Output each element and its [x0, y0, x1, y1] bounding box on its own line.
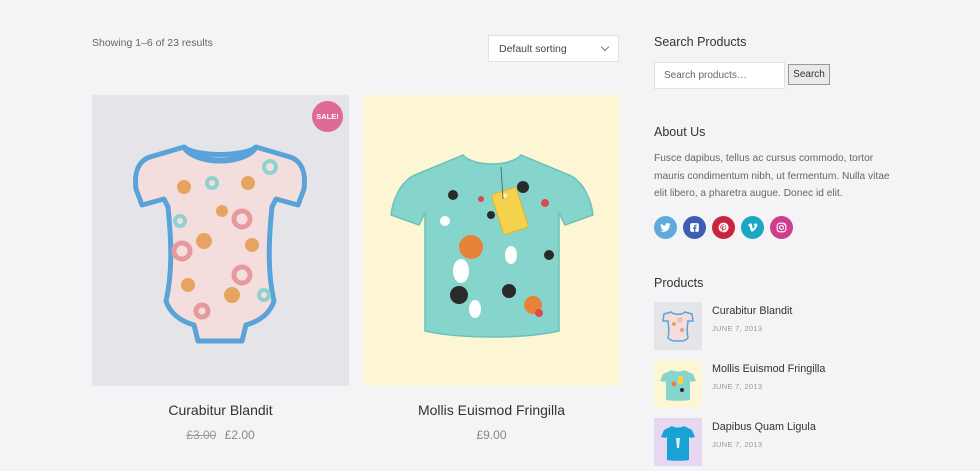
facebook-icon[interactable] [683, 216, 706, 239]
about-widget-title: About Us [654, 125, 706, 139]
product-thumbnail[interactable] [654, 418, 702, 466]
product-price: £3.00 £2.00 [92, 428, 349, 442]
kids-tshirt-image [390, 154, 594, 338]
product-thumbnail[interactable] [654, 302, 702, 350]
product-image[interactable]: SALE! [92, 95, 349, 386]
baby-bodysuit-image [133, 144, 307, 344]
search-widget-title: Search Products [654, 35, 747, 49]
product-price: £9.00 [363, 428, 620, 442]
twitter-icon[interactable] [654, 216, 677, 239]
product-old-price: £3.00 [186, 428, 217, 442]
product-date: JUNE 7, 2013 [712, 382, 763, 391]
pinterest-icon[interactable] [712, 216, 735, 239]
product-link[interactable]: Curabitur Blandit [712, 305, 792, 317]
sale-badge: SALE! [312, 101, 343, 132]
list-item: Curabitur Blandit JUNE 7, 2013 [654, 302, 894, 350]
product-date: JUNE 7, 2013 [712, 440, 763, 449]
product-link[interactable]: Mollis Euismod Fringilla [712, 363, 825, 375]
sorting-select[interactable]: Default sorting [488, 35, 619, 62]
product-image[interactable] [363, 95, 620, 386]
vimeo-icon[interactable] [741, 216, 764, 239]
search-products-input[interactable] [654, 62, 785, 89]
about-text: Fusce dapibus, tellus ac cursus commodo,… [654, 153, 890, 199]
product-title[interactable]: Curabitur Blandit [92, 402, 349, 418]
products-widget-title: Products [654, 276, 704, 290]
list-item: Mollis Euismod Fringilla JUNE 7, 2013 [654, 360, 894, 408]
product-regular-price: £9.00 [476, 428, 507, 442]
product-thumbnail[interactable] [654, 360, 702, 408]
product-card: Mollis Euismod Fringilla £9.00 [363, 95, 620, 442]
social-links [654, 216, 793, 239]
search-button[interactable]: Search [788, 64, 830, 85]
result-count: Showing 1–6 of 23 results [92, 37, 213, 49]
product-title[interactable]: Mollis Euismod Fringilla [363, 402, 620, 418]
sorting-select-value: Default sorting [499, 42, 567, 55]
list-item: Dapibus Quam Ligula JUNE 7, 2013 [654, 418, 894, 466]
product-date: JUNE 7, 2013 [712, 324, 763, 333]
chevron-down-icon [600, 42, 610, 52]
product-sale-price: £2.00 [224, 428, 255, 442]
product-link[interactable]: Dapibus Quam Ligula [712, 421, 816, 433]
instagram-icon[interactable] [770, 216, 793, 239]
product-card: SALE! Curabitur Blandit £3.00 £2.00 [92, 95, 349, 442]
